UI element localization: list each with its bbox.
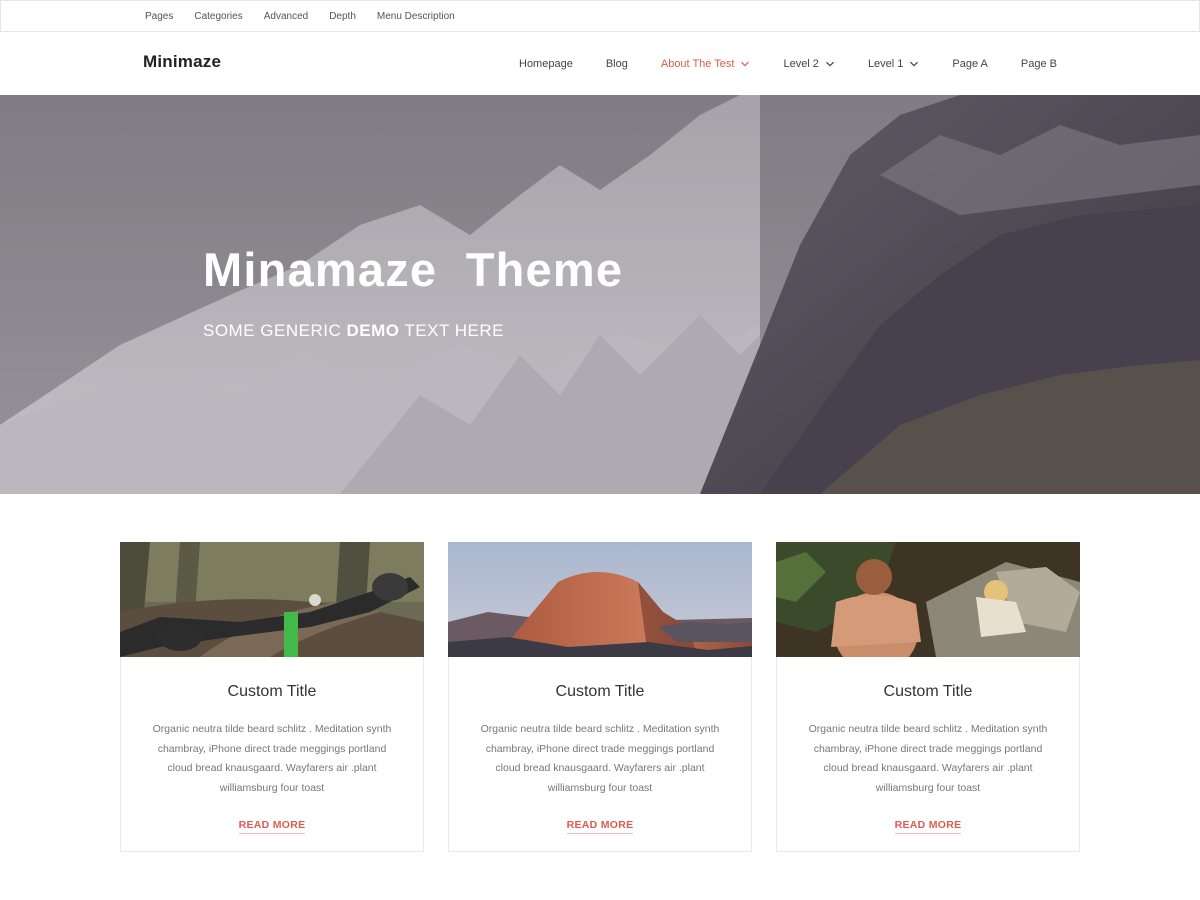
hero-subtitle-post: TEXT HERE	[399, 321, 504, 340]
top-link-depth[interactable]: Depth	[329, 11, 356, 22]
site-header: Minimaze Homepage Blog About The Test Le…	[0, 32, 1200, 95]
hero-title: Minamaze Theme	[203, 243, 624, 296]
nav-item-about-the-test[interactable]: About The Test	[661, 58, 751, 70]
top-link-advanced[interactable]: Advanced	[264, 11, 308, 22]
nav-item-homepage[interactable]: Homepage	[519, 58, 573, 70]
card-title: Custom Title	[883, 683, 973, 700]
read-more-link[interactable]: READ MORE	[894, 819, 962, 834]
feature-card: Custom Title Organic neutra tilde beard …	[776, 542, 1080, 852]
top-link-categories[interactable]: Categories	[194, 11, 242, 22]
top-menu: Pages Categories Advanced Depth Menu Des…	[145, 1, 476, 31]
card-read-more: READ MORE	[777, 815, 1079, 834]
card-image-bike[interactable]	[120, 542, 424, 657]
read-more-link[interactable]: READ MORE	[566, 819, 634, 834]
card-title: Custom Title	[555, 683, 645, 700]
top-link-menu-description[interactable]: Menu Description	[377, 11, 455, 22]
card-title: Custom Title	[227, 683, 317, 700]
nav-item-label: Page A	[952, 57, 988, 70]
card-text: Organic neutra tilde beard schlitz . Med…	[808, 723, 1048, 794]
nav-item-label: About The Test	[660, 57, 735, 70]
nav-item-level-1[interactable]: Level 1	[868, 58, 919, 70]
chevron-down-icon	[740, 59, 750, 69]
nav-item-blog[interactable]: Blog	[606, 58, 628, 70]
top-utility-bar: Pages Categories Advanced Depth Menu Des…	[0, 0, 1200, 32]
hero-banner: Minamaze Theme SOME GENERIC DEMO TEXT HE…	[0, 95, 1200, 494]
card-text: Organic neutra tilde beard schlitz . Med…	[480, 723, 720, 794]
card-image-mountain[interactable]	[448, 542, 752, 657]
read-more-link[interactable]: READ MORE	[238, 819, 306, 834]
site-logo[interactable]: Minimaze	[143, 52, 221, 72]
nav-item-label: Level 2	[783, 57, 819, 70]
card-read-more: READ MORE	[449, 815, 751, 834]
top-link-pages[interactable]: Pages	[145, 11, 173, 22]
nav-item-label: Blog	[605, 57, 628, 70]
hero-subtitle-pre: SOME GENERIC	[203, 321, 347, 340]
feature-cards: Custom Title Organic neutra tilde beard …	[120, 542, 1080, 852]
nav-item-label: Level 1	[867, 57, 904, 70]
card-text: Organic neutra tilde beard schlitz . Med…	[152, 723, 392, 794]
chevron-down-icon	[825, 59, 835, 69]
card-image-climbers[interactable]	[776, 542, 1080, 657]
feature-card: Custom Title Organic neutra tilde beard …	[120, 542, 424, 852]
nav-item-page-b[interactable]: Page B	[1021, 58, 1057, 70]
chevron-down-icon	[909, 59, 919, 69]
nav-item-level-2[interactable]: Level 2	[783, 58, 834, 70]
main-nav: Homepage Blog About The Test Level 2 Lev…	[486, 32, 1057, 95]
nav-item-label: Homepage	[519, 57, 573, 70]
feature-card: Custom Title Organic neutra tilde beard …	[448, 542, 752, 852]
nav-item-page-a[interactable]: Page A	[952, 58, 987, 70]
nav-item-label: Page B	[1020, 57, 1057, 70]
hero-subtitle: SOME GENERIC DEMO TEXT HERE	[203, 321, 504, 341]
card-read-more: READ MORE	[121, 815, 423, 834]
hero-subtitle-bold: DEMO	[346, 321, 400, 340]
